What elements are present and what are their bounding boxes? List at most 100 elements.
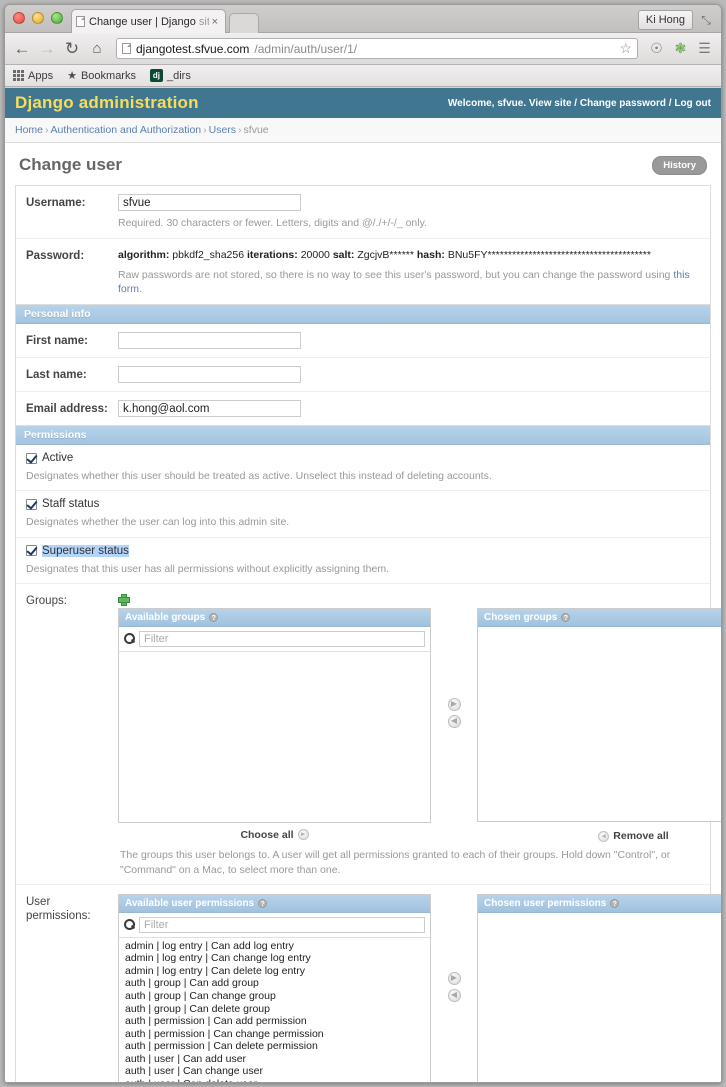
minimize-window-button[interactable] (32, 12, 44, 24)
groups-choose-all-link[interactable]: Choose all ▸ (240, 829, 309, 841)
browser-tab-title: Change user | Django site (89, 16, 209, 28)
iterations-label: iterations: (247, 249, 298, 262)
superuser-status-checkbox[interactable] (26, 545, 37, 556)
available-user-permissions-list[interactable]: admin | log entry | Can add log entry adm… (119, 937, 430, 1082)
remove-selected-permissions-button[interactable]: ◀ (447, 988, 461, 1002)
groups-remove-all-link[interactable]: ◂ Remove all (598, 830, 669, 842)
active-checkbox[interactable] (26, 452, 37, 464)
staff-help-text: Designates whether the user can log into… (26, 516, 290, 529)
close-tab-icon[interactable]: × (209, 16, 221, 28)
location-pin-icon[interactable]: ☉ (648, 40, 665, 57)
chosen-user-permissions-list[interactable] (478, 912, 721, 1082)
profile-button[interactable]: Ki Hong (637, 10, 693, 30)
help-icon[interactable]: ? (209, 612, 219, 622)
search-icon (124, 633, 135, 645)
maximize-window-button[interactable] (51, 12, 63, 24)
username-field-body: Required. 30 characters or fewer. Letter… (118, 194, 702, 230)
list-item[interactable]: admin | log entry | Can add log entry (119, 940, 430, 953)
field-row-first-name: First name: (16, 324, 710, 359)
staff-status-checkbox[interactable] (26, 498, 37, 510)
staff-status-label[interactable]: Staff status (42, 498, 99, 510)
remove-selected-groups-button[interactable]: ◀ (447, 714, 461, 728)
list-item[interactable]: auth | group | Can change group (119, 990, 430, 1003)
available-groups-filter-bar (119, 626, 430, 652)
active-checkbox-line[interactable]: Active (26, 452, 702, 464)
staff-checkbox-line[interactable]: Staff status (26, 498, 702, 510)
list-item[interactable]: auth | group | Can delete group (119, 1003, 430, 1016)
groups-selector-footer: Choose all ▸ ◂ Remove all (118, 827, 721, 843)
list-item[interactable]: auth | user | Can delete user (119, 1078, 430, 1082)
url-path: /admin/auth/user/1/ (254, 41, 358, 56)
last-name-input[interactable] (118, 366, 301, 384)
list-item[interactable]: auth | user | Can change user (119, 1065, 430, 1078)
chosen-groups-box: Chosen groups ? (477, 607, 721, 822)
add-selected-groups-button[interactable]: ▶ (447, 697, 461, 711)
address-bar[interactable]: djangotest.sfvue.com/admin/auth/user/1/ … (116, 38, 638, 59)
close-window-button[interactable] (13, 12, 25, 24)
list-item[interactable]: auth | user | Can add user (119, 1053, 430, 1066)
page-info-icon (122, 43, 131, 54)
list-item[interactable]: admin | log entry | Can delete log entry (119, 965, 430, 978)
breadcrumb-users[interactable]: Users (209, 124, 236, 136)
help-icon[interactable]: ? (258, 898, 268, 908)
user-permissions-selector-wrapper: Available user permissions ? admin | log… (118, 893, 721, 1082)
add-selected-permissions-button[interactable]: ▶ (447, 971, 461, 985)
breadcrumb-home[interactable]: Home (15, 124, 43, 136)
page-title: Change user (19, 155, 122, 174)
window-traffic-lights (13, 12, 63, 24)
algorithm-value: pbkdf2_sha256 (172, 249, 245, 262)
add-plus-icon[interactable] (118, 593, 130, 606)
browser-navigation-bar: ← → ↻ ⌂ djangotest.sfvue.com/admin/auth/… (5, 33, 721, 65)
new-tab-button[interactable] (229, 13, 259, 33)
extension-icon[interactable]: ❃ (672, 40, 689, 57)
active-label[interactable]: Active (42, 452, 73, 464)
chosen-user-permissions-title: Chosen user permissions (484, 897, 607, 909)
field-row-user-permissions: User permissions: Available user permiss… (16, 885, 721, 1082)
available-groups-list[interactable] (119, 651, 430, 822)
help-icon[interactable]: ? (561, 612, 571, 622)
superuser-status-label[interactable]: Superuser status (42, 544, 129, 557)
list-item[interactable]: auth | permission | Can change permissio… (119, 1028, 430, 1041)
superuser-checkbox-line[interactable]: Superuser status (26, 544, 702, 557)
chosen-groups-header: Chosen groups ? (478, 608, 721, 627)
username-input[interactable] (118, 194, 301, 211)
bookmark-dirs[interactable]: dj _dirs (149, 69, 191, 82)
available-user-permissions-filter-input[interactable] (139, 916, 425, 933)
password-hash-display: algorithm: pbkdf2_sha256 iterations: 200… (118, 247, 702, 263)
reload-icon[interactable]: ↻ (63, 38, 81, 60)
bookmarks-bar: Apps ★ Bookmarks dj _dirs (5, 65, 721, 87)
history-button[interactable]: History (652, 155, 707, 175)
view-site-link[interactable]: View site (529, 98, 572, 109)
field-row-last-name: Last name: (16, 358, 710, 393)
groups-transfer-buttons: ▶ ◀ (431, 608, 477, 728)
chrome-menu-icon[interactable]: ☰ (696, 40, 713, 57)
algorithm-label: algorithm: (118, 249, 170, 262)
username-label: Username: (26, 197, 86, 209)
fullscreen-icon[interactable]: ⤡ (697, 11, 715, 29)
salt-value: ZgcjvB****** (357, 249, 414, 262)
page-content: Change user History Username: Required. … (5, 143, 721, 1082)
bookmark-star-icon[interactable]: ☆ (619, 40, 632, 57)
available-groups-filter-input[interactable] (139, 630, 425, 647)
iterations-value: 20000 (300, 249, 330, 262)
back-icon[interactable]: ← (13, 38, 31, 60)
first-name-input[interactable] (118, 332, 301, 350)
bookmark-bookmarks[interactable]: ★ Bookmarks (67, 69, 136, 83)
list-item[interactable]: auth | group | Can add group (119, 977, 430, 990)
bookmark-apps[interactable]: Apps (13, 70, 53, 82)
home-icon[interactable]: ⌂ (88, 38, 106, 60)
email-input[interactable] (118, 400, 301, 418)
chosen-user-permissions-box: Chosen user permissions ? (477, 893, 721, 1082)
personal-info-heading: Personal info (16, 305, 710, 325)
browser-tab[interactable]: Change user | Django site × (71, 9, 226, 33)
help-icon[interactable]: ? (610, 898, 620, 908)
list-item[interactable]: admin | log entry | Can change log entry (119, 952, 430, 965)
change-password-link[interactable]: Change password (580, 98, 666, 109)
forward-icon[interactable]: → (38, 38, 56, 60)
log-out-link[interactable]: Log out (674, 98, 711, 109)
list-item[interactable]: auth | permission | Can add permission (119, 1015, 430, 1028)
breadcrumb-auth[interactable]: Authentication and Authorization (51, 124, 202, 136)
field-row-username: Username: Required. 30 characters or few… (16, 186, 710, 240)
chosen-groups-list[interactable] (478, 626, 721, 821)
list-item[interactable]: auth | permission | Can delete permissio… (119, 1040, 430, 1053)
